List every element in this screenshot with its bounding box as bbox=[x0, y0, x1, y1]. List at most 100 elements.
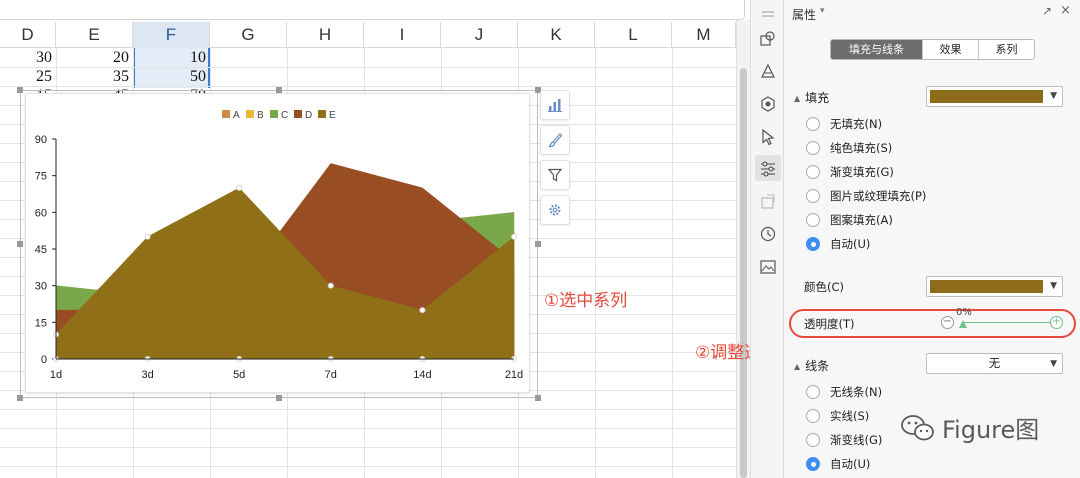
column-header-g[interactable]: G bbox=[210, 22, 287, 48]
watermark-text: Figure图 bbox=[942, 416, 1040, 444]
collapse-triangle-icon: ▲ bbox=[794, 362, 801, 371]
radio-icon bbox=[806, 409, 820, 423]
fill-section-header[interactable]: ▲ 填充 bbox=[794, 89, 829, 106]
y-tick-label: 75 bbox=[35, 171, 47, 183]
y-tick-label: 90 bbox=[35, 134, 47, 146]
selected-series-point[interactable] bbox=[144, 233, 151, 240]
tab-fill-and-line[interactable]: 填充与线条 bbox=[831, 40, 923, 59]
chart-settings-button[interactable] bbox=[540, 195, 570, 225]
radio-icon bbox=[806, 165, 820, 179]
fill-color-dropdown[interactable]: ▼ bbox=[926, 86, 1063, 107]
fill-option-auto[interactable]: 自动(U) bbox=[806, 236, 870, 252]
column-header-k[interactable]: K bbox=[518, 22, 595, 48]
column-header-j[interactable]: J bbox=[441, 22, 518, 48]
option-label: 无填充(N) bbox=[830, 117, 883, 131]
transform-icon[interactable] bbox=[759, 193, 777, 211]
chart-filter-button[interactable] bbox=[540, 160, 570, 190]
line-option-solid[interactable]: 实线(S) bbox=[806, 408, 869, 424]
cell-f1[interactable]: 10 bbox=[133, 48, 206, 67]
image-icon[interactable] bbox=[759, 258, 777, 276]
x-tick-label: 14d bbox=[413, 369, 431, 381]
chart-canvas[interactable]: 0 15 30 45 60 75 90 1d 3d 5d 7d 14d 21d A B C D E bbox=[26, 94, 531, 394]
scrollbar-thumb[interactable] bbox=[740, 68, 747, 478]
cell-e1[interactable]: 20 bbox=[56, 48, 129, 67]
cell-f2[interactable]: 50 bbox=[133, 67, 206, 86]
option-label: 无线条(N) bbox=[830, 385, 883, 399]
fill-option-pattern[interactable]: 图案填充(A) bbox=[806, 212, 893, 228]
y-tick-label: 0 bbox=[41, 354, 47, 366]
resize-handle-right[interactable] bbox=[535, 241, 541, 247]
x-tick-label: 7d bbox=[325, 369, 337, 381]
tab-effects[interactable]: 效果 bbox=[923, 40, 979, 59]
chevron-down-icon: ▼ bbox=[1050, 281, 1057, 291]
gear-icon bbox=[549, 204, 561, 216]
line-type-dropdown[interactable]: 无 ▼ bbox=[926, 353, 1063, 374]
column-header-d[interactable]: D bbox=[0, 22, 56, 48]
expand-icon[interactable]: ↗ bbox=[1042, 4, 1052, 18]
transparency-value: 0% bbox=[956, 307, 972, 318]
transparency-slider-thumb[interactable] bbox=[959, 320, 967, 328]
line-option-none[interactable]: 无线条(N) bbox=[806, 384, 882, 400]
legend-swatch-b bbox=[246, 110, 254, 118]
column-header-e[interactable]: E bbox=[56, 22, 133, 48]
selected-series-point[interactable] bbox=[327, 282, 334, 289]
resize-handle-left[interactable] bbox=[17, 241, 23, 247]
watermark: Figure图 bbox=[900, 410, 1039, 445]
chevron-down-icon[interactable]: ▾ bbox=[820, 6, 825, 16]
resize-handle-bottom[interactable] bbox=[276, 395, 282, 401]
line-option-gradient[interactable]: 渐变线(G) bbox=[806, 432, 882, 448]
fill-option-picture[interactable]: 图片或纹理填充(P) bbox=[806, 188, 926, 204]
resize-handle-bottom-right[interactable] bbox=[535, 395, 541, 401]
cursor-icon[interactable] bbox=[759, 128, 777, 146]
chart-tools bbox=[540, 90, 570, 230]
option-label: 图案填充(A) bbox=[830, 213, 893, 227]
color-label: 颜色(C) bbox=[804, 280, 845, 294]
selected-series-point[interactable] bbox=[236, 184, 243, 191]
history-icon[interactable] bbox=[759, 225, 777, 243]
fill-option-solid[interactable]: 纯色填充(S) bbox=[806, 140, 892, 156]
column-header-m[interactable]: M bbox=[672, 22, 736, 48]
color-dropdown[interactable]: ▼ bbox=[926, 276, 1063, 297]
cell-d1[interactable]: 30 bbox=[0, 48, 52, 67]
close-icon[interactable]: × bbox=[1060, 3, 1071, 18]
option-label: 图片或纹理填充(P) bbox=[830, 189, 927, 203]
fill-option-none[interactable]: 无填充(N) bbox=[806, 116, 882, 132]
transparency-decrease-button[interactable]: − bbox=[941, 316, 954, 329]
selected-series-point[interactable] bbox=[419, 307, 426, 314]
transparency-label: 透明度(T) bbox=[804, 317, 855, 331]
collapse-triangle-icon: ▲ bbox=[794, 94, 801, 103]
cell-d2[interactable]: 25 bbox=[0, 67, 52, 86]
area-chart[interactable]: 0 15 30 45 60 75 90 1d 3d 5d 7d 14d 21d A B C D E bbox=[25, 93, 530, 393]
chart-style-button[interactable] bbox=[540, 125, 570, 155]
column-header-h[interactable]: H bbox=[287, 22, 364, 48]
column-header-i[interactable]: I bbox=[364, 22, 441, 48]
filter-icon bbox=[547, 168, 563, 182]
transparency-slider[interactable] bbox=[962, 322, 1054, 323]
line-type-value: 无 bbox=[988, 356, 1001, 370]
fill-option-gradient[interactable]: 渐变填充(G) bbox=[806, 164, 894, 180]
resize-handle-bottom-left[interactable] bbox=[17, 395, 23, 401]
line-option-auto[interactable]: 自动(U) bbox=[806, 456, 870, 472]
chevron-down-icon: ▼ bbox=[1050, 91, 1057, 101]
properties-sliders-icon[interactable] bbox=[759, 160, 777, 178]
tab-series[interactable]: 系列 bbox=[979, 40, 1034, 59]
chart-elements-button[interactable] bbox=[540, 90, 570, 120]
cell-e2[interactable]: 35 bbox=[56, 67, 129, 86]
column-header-l[interactable]: L bbox=[595, 22, 672, 48]
line-section-label: 线条 bbox=[805, 359, 830, 373]
line-section-header[interactable]: ▲ 线条 bbox=[794, 357, 829, 374]
vertical-scrollbar[interactable] bbox=[736, 20, 750, 478]
resize-handle-top-left[interactable] bbox=[17, 87, 23, 93]
style-icon[interactable] bbox=[759, 63, 777, 81]
panel-title: 属性 bbox=[792, 8, 817, 22]
shapes-icon[interactable] bbox=[759, 30, 777, 48]
formula-bar[interactable] bbox=[0, 0, 745, 20]
selected-series-point[interactable] bbox=[510, 233, 517, 240]
brush-icon bbox=[548, 133, 563, 148]
panel-tabs: 填充与线条 效果 系列 bbox=[830, 39, 1035, 60]
transparency-increase-button[interactable]: + bbox=[1050, 316, 1063, 329]
column-header-f[interactable]: F bbox=[133, 22, 210, 48]
menu-icon[interactable] bbox=[759, 6, 777, 24]
y-tick-label: 60 bbox=[35, 207, 47, 219]
shape-style-icon[interactable] bbox=[759, 95, 777, 113]
